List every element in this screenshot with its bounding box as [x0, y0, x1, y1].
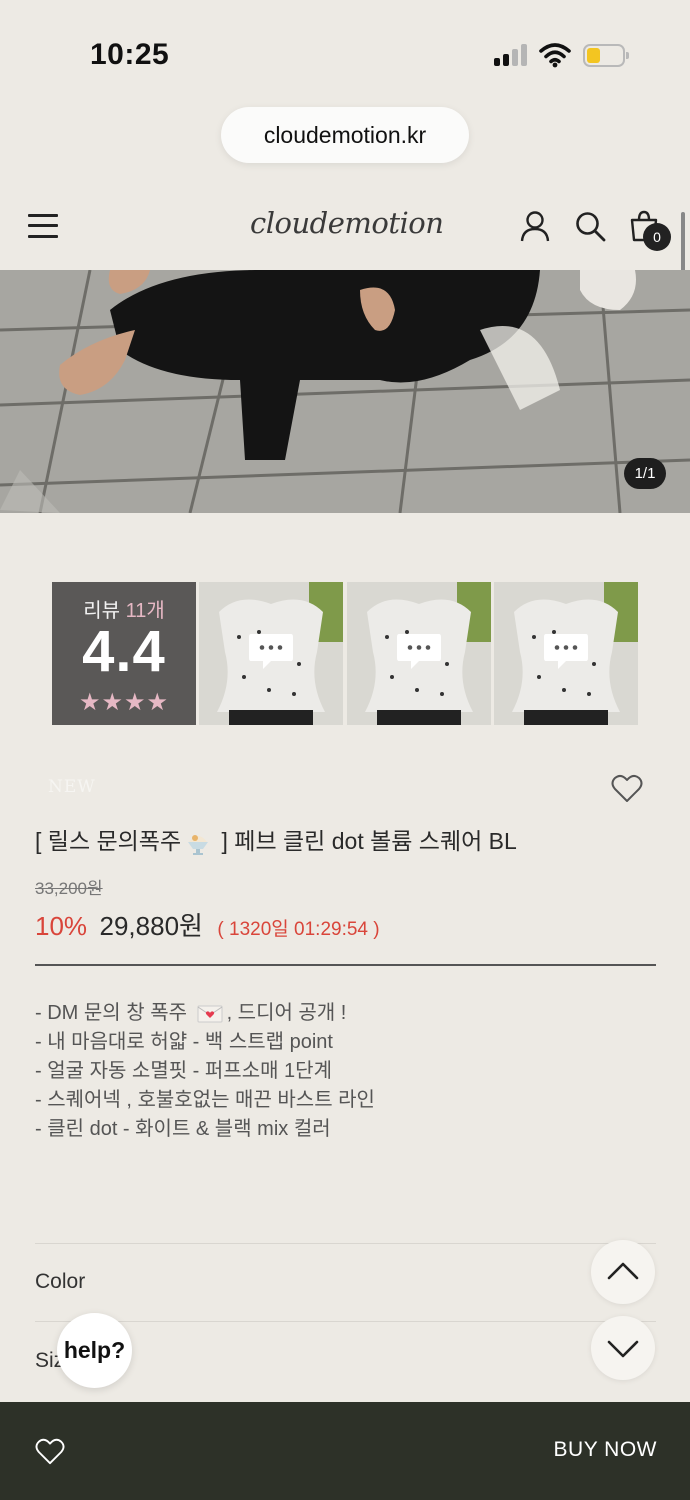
status-bar: 10:25: [0, 0, 690, 105]
user-icon[interactable]: [519, 210, 551, 242]
wifi-icon: [539, 43, 571, 68]
cellular-signal-icon: [494, 44, 530, 66]
heart-icon[interactable]: [611, 774, 643, 804]
review-photo: [199, 582, 343, 725]
scroll-to-bottom-button[interactable]: [591, 1316, 655, 1380]
product-title: [ 릴스 문의폭주 ] 페브 클린 dot 볼륨 스퀘어 BL: [35, 828, 517, 855]
hero-photo: [0, 270, 690, 513]
heart-icon[interactable]: [35, 1438, 65, 1466]
color-option-label[interactable]: Color: [35, 1270, 85, 1294]
love-letter-icon: [197, 1005, 223, 1023]
discount-rate: 10%: [35, 911, 88, 941]
description-line: - DM 문의 창 폭주 , 드디어 공개 !: [35, 1002, 347, 1024]
battery-icon: [583, 44, 629, 67]
price-row: 10% 29,880원 ( 1320일 01:29:54 ): [35, 906, 380, 943]
review-score: 4.4: [82, 619, 166, 684]
ice-bowl-icon: [188, 834, 209, 855]
review-thumbnail[interactable]: [494, 582, 638, 725]
sale-timer: ( 1320일 01:29:54 ): [217, 919, 380, 940]
page-scrollbar[interactable]: [681, 212, 685, 272]
bottom-action-bar: BUY NOW: [0, 1402, 690, 1500]
chevron-up-icon: [607, 1262, 639, 1280]
image-counter: 1/1: [624, 458, 666, 489]
search-icon[interactable]: [574, 210, 606, 242]
help-chat-button[interactable]: help?: [57, 1313, 132, 1388]
review-stars: ★★★★: [78, 689, 170, 716]
review-photo: [347, 582, 491, 725]
option-divider: [35, 1243, 656, 1244]
divider: [35, 964, 656, 966]
option-divider: [35, 1321, 656, 1322]
product-main-image[interactable]: [0, 270, 690, 513]
review-photo: [494, 582, 638, 725]
description-line: - 스퀘어넥 , 호불호없는 매끈 바스트 라인: [35, 1089, 375, 1111]
buy-now-button[interactable]: BUY NOW: [554, 1438, 657, 1462]
product-description: - DM 문의 창 폭주 , 드디어 공개 ! - 내 마음대로 허얇 - 백 …: [35, 999, 655, 1144]
description-line: - 클린 dot - 화이트 & 블랙 mix 컬러: [35, 1118, 331, 1140]
sale-price: 29,880원: [99, 911, 203, 941]
status-time: 10:25: [90, 38, 170, 71]
description-line: - 얼굴 자동 소멸핏 - 퍼프소매 1단계: [35, 1060, 332, 1082]
scroll-to-top-button[interactable]: [591, 1240, 655, 1304]
review-thumbnail[interactable]: [199, 582, 343, 725]
site-header: cloudemotion: [0, 190, 690, 270]
original-price: 33,200원: [35, 879, 103, 898]
new-badge: NEW: [48, 777, 96, 797]
menu-icon[interactable]: [28, 214, 58, 238]
cart-count-badge: 0: [643, 223, 671, 251]
chevron-down-icon: [607, 1340, 639, 1358]
url-bar[interactable]: cloudemotion.kr: [221, 107, 469, 163]
site-logo[interactable]: cloudemotion: [250, 206, 444, 240]
review-summary[interactable]: 리뷰 11개 4.4 ★★★★: [52, 582, 196, 725]
review-thumbnail[interactable]: [347, 582, 491, 725]
description-line: - 내 마음대로 허얇 - 백 스트랩 point: [35, 1031, 333, 1053]
